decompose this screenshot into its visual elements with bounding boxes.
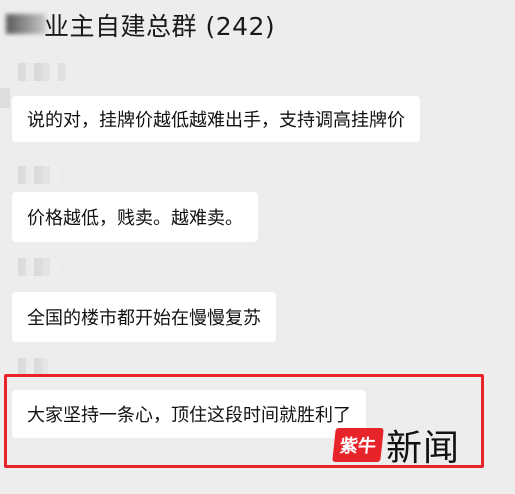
sender-name-mosaic [18,258,58,276]
chat-title[interactable]: 业主自建总群 (242) [44,7,275,43]
logo-icon: 紫牛 [332,428,384,462]
message-bubble[interactable]: 说的对，挂牌价越低越难出手，支持调高挂牌价 [12,96,420,142]
message-bubble[interactable]: 全国的楼市都开始在慢慢复苏 [12,292,276,342]
chat-header: 业主自建总群 (242) [0,0,515,46]
sender-name-mosaic [18,166,58,184]
news-watermark: 紫牛 新闻 [332,422,461,469]
avatar-mask [0,88,10,108]
message-text: 全国的楼市都开始在慢慢复苏 [27,308,261,329]
message-text: 价格越低，贱卖。越难卖。 [27,208,243,229]
logo-text: 新闻 [386,428,461,469]
message-text: 说的对，挂牌价越低越难出手，支持调高挂牌价 [27,110,405,131]
sender-name-mosaic [18,63,66,81]
blurred-title-prefix [6,14,46,34]
message-bubble[interactable]: 价格越低，贱卖。越难卖。 [12,192,258,242]
